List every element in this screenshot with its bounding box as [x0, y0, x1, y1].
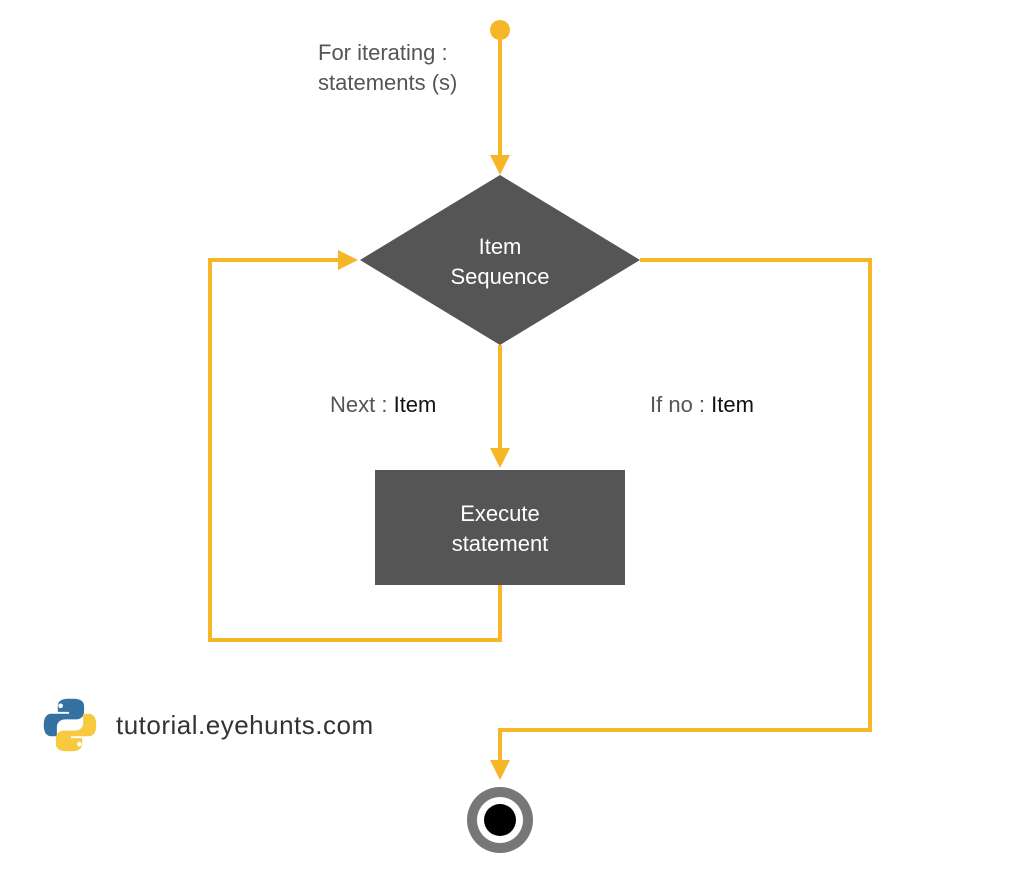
- process-node: [375, 470, 625, 585]
- python-logo-icon: [40, 695, 100, 755]
- arrowhead-icon: [490, 448, 510, 468]
- footer: tutorial.eyehunts.com: [40, 695, 374, 755]
- decision-node: [360, 175, 640, 345]
- title-line1: For iterating :: [318, 40, 448, 65]
- decision-text-line2: Sequence: [450, 264, 549, 289]
- arrowhead-icon: [338, 250, 358, 270]
- start-node: [490, 20, 510, 40]
- end-node: [467, 787, 533, 853]
- process-text-line2: statement: [452, 531, 549, 556]
- title-line2: statements (s): [318, 70, 457, 95]
- arrowhead-icon: [490, 155, 510, 175]
- process-text-line1: Execute: [460, 501, 540, 526]
- footer-text: tutorial.eyehunts.com: [116, 710, 374, 741]
- decision-text-line1: Item: [479, 234, 522, 259]
- label-next: Next : Item: [330, 392, 436, 417]
- label-ifno: If no : Item: [650, 392, 754, 417]
- arrowhead-icon: [490, 760, 510, 780]
